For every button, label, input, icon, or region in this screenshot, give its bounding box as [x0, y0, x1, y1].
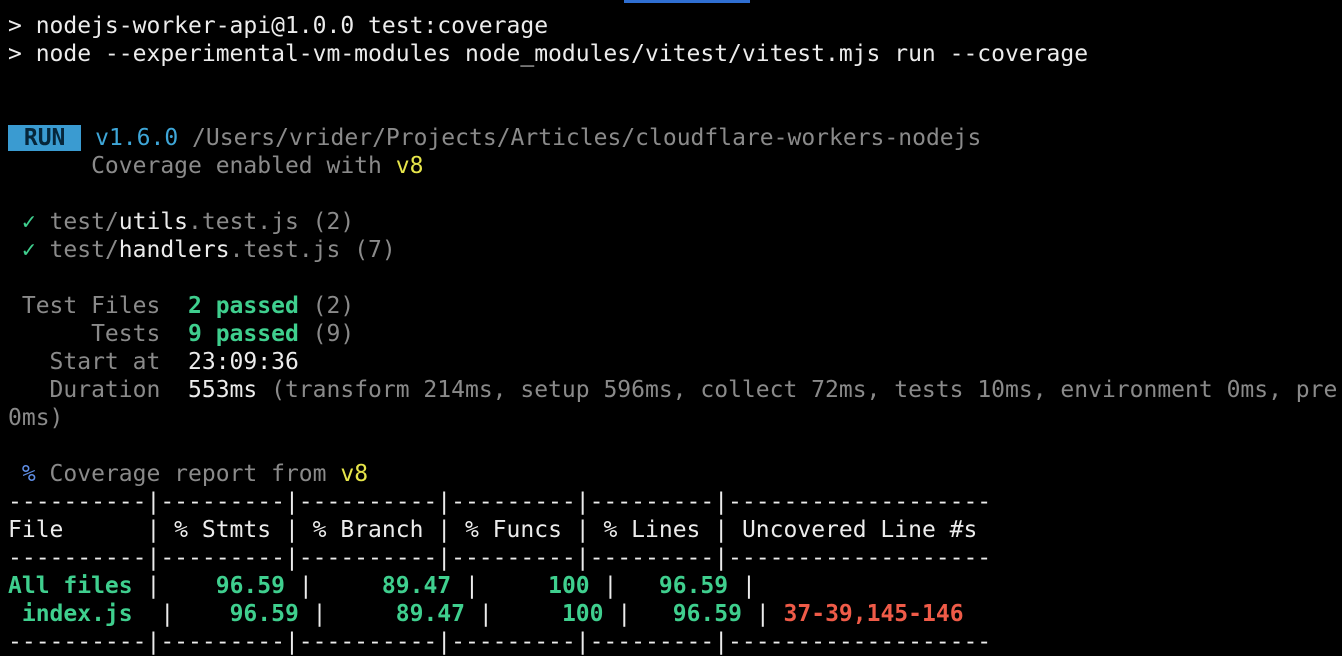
header-file: File	[8, 517, 64, 543]
npm-command-line: > node --experimental-vm-modules node_mo…	[8, 41, 1089, 67]
test-file-result: ✓ test/handlers.test.js (7)	[8, 236, 1342, 264]
row-branch: 89.47	[381, 573, 452, 599]
summary-label: Start at	[8, 349, 189, 375]
header-lines: % Lines	[603, 517, 701, 543]
vitest-version: v1.6.0	[95, 125, 179, 151]
check-icon: ✓	[8, 209, 36, 235]
test-count: (2)	[298, 209, 355, 235]
test-file-dir: test/	[35, 209, 119, 235]
row-funcs: 100	[561, 601, 604, 627]
row-stmts: 96.59	[215, 573, 285, 599]
table-separator: ----------|---------|----------|--------…	[8, 545, 992, 571]
test-file-result: ✓ test/utils.test.js (2)	[8, 208, 1342, 236]
summary-value: 23:09:36	[188, 349, 299, 375]
test-file-ext: .test.js	[188, 209, 299, 235]
row-funcs: 100	[548, 573, 590, 599]
header-stmts: % Stmts	[174, 517, 272, 543]
scroll-position-indicator	[624, 0, 750, 3]
row-uncovered: 37-39,145-146	[783, 601, 964, 627]
table-separator: ----------|---------|----------|--------…	[8, 629, 992, 655]
duration-detail: (transform 214ms, setup 596ms, collect 7…	[257, 377, 1338, 403]
row-lines: 96.59	[658, 573, 729, 599]
summary-extra: (9)	[298, 321, 355, 347]
test-file-name: handlers	[118, 237, 230, 263]
table-separator: ----------|---------|----------|--------…	[8, 489, 992, 515]
test-count: (7)	[340, 237, 396, 263]
summary-extra: (2)	[298, 293, 355, 319]
summary-label: Test Files	[8, 293, 189, 319]
duration-total: 553ms	[188, 377, 258, 403]
coverage-report-title: % Coverage report from v8	[8, 460, 1342, 488]
table-header: File | % Stmts | % Branch | % Funcs | % …	[8, 517, 978, 543]
summary-duration: Duration 553ms (transform 214ms, setup 5…	[8, 376, 1342, 404]
coverage-enabled-text: Coverage enabled with	[8, 153, 396, 179]
project-path: /Users/vrider/Projects/Articles/cloudfla…	[178, 125, 982, 151]
header-uncovered: Uncovered Line #s	[741, 517, 978, 543]
test-file-ext: .test.js	[229, 237, 341, 263]
npm-script-line: > nodejs-worker-api@1.0.0 test:coverage	[8, 13, 549, 39]
check-icon: ✓	[8, 237, 36, 263]
terminal-output: > nodejs-worker-api@1.0.0 test:coverage …	[8, 12, 1342, 656]
table-row: All files | 96.59 | 89.47 | 100 | 96.59 …	[8, 573, 770, 599]
summary-tests: Tests 9 passed (9)	[8, 320, 1342, 348]
row-branch: 89.47	[395, 601, 465, 627]
header-funcs: % Funcs	[464, 517, 562, 543]
row-file: All files	[8, 573, 133, 599]
row-file: index.js	[8, 601, 133, 627]
header-branch: % Branch	[312, 517, 424, 543]
summary-test-files: Test Files 2 passed (2)	[8, 292, 1342, 320]
row-stmts: 96.59	[229, 601, 299, 627]
row-lines: 96.59	[672, 601, 742, 627]
summary-label: Tests	[8, 321, 189, 347]
table-row: index.js | 96.59 | 89.47 | 100 | 96.59 |…	[8, 601, 964, 627]
coverage-report-provider: v8	[340, 461, 369, 487]
percent-icon: %	[8, 461, 36, 487]
summary-value: 9 passed	[188, 321, 299, 347]
run-line: RUN v1.6.0 /Users/vrider/Projects/Articl…	[8, 124, 1342, 152]
duration-wrap: 0ms)	[8, 405, 64, 431]
coverage-provider: v8	[395, 153, 424, 179]
coverage-report-label: Coverage report from	[35, 461, 341, 487]
summary-start-at: Start at 23:09:36	[8, 348, 1342, 376]
test-file-name: utils	[118, 209, 189, 235]
coverage-enabled-line: Coverage enabled with v8	[8, 152, 1342, 180]
summary-value: 2 passed	[188, 293, 299, 319]
summary-label: Duration	[8, 377, 189, 403]
test-file-dir: test/	[35, 237, 119, 263]
run-badge: RUN	[8, 125, 82, 151]
